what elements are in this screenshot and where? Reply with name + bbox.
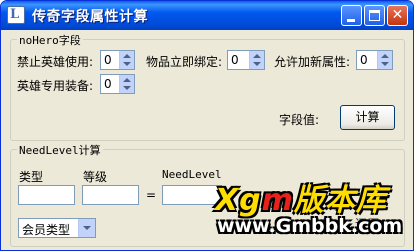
spinner-arrows[interactable]	[119, 75, 134, 93]
allow-new-attr-label: 允许加新属性:	[274, 55, 351, 69]
bind-item-spinner[interactable]: 0	[227, 50, 265, 70]
hero-only-spinner[interactable]: 0	[100, 74, 135, 94]
member-type-select[interactable]: 会员类型	[18, 218, 96, 238]
arrow-down-icon[interactable]	[123, 86, 131, 90]
spinner-arrows[interactable]	[119, 51, 134, 69]
spinner-arrows[interactable]	[377, 51, 392, 69]
arrow-down-icon[interactable]	[381, 62, 389, 66]
bind-item-label: 物品立即绑定:	[146, 55, 223, 69]
arrow-up-icon[interactable]	[253, 54, 261, 58]
forbid-hero-spinner[interactable]: 0	[100, 50, 135, 70]
title-bar[interactable]: L 传奇字段属性计算 ✕	[1, 1, 413, 30]
forbid-hero-value: 0	[104, 53, 112, 67]
level-input[interactable]	[82, 185, 139, 205]
close-icon: ✕	[391, 7, 404, 23]
nohero-group-title: noHero字段	[17, 32, 83, 48]
arrow-up-icon[interactable]	[381, 54, 389, 58]
bind-item-value: 0	[231, 53, 239, 67]
allow-new-attr-value: 0	[360, 53, 368, 67]
app-icon: L	[7, 6, 25, 24]
needlevel-group-title: NeedLevel计算	[17, 142, 103, 158]
type-input[interactable]	[18, 185, 75, 205]
watermark-logo-part2: m	[261, 183, 294, 218]
watermark-logo-part1: Xg	[215, 183, 262, 218]
watermark-logo-part3: 版本库	[293, 183, 387, 218]
equals-sign: =	[146, 188, 157, 202]
hero-only-label: 英雄专用装备:	[17, 79, 94, 93]
allow-new-attr-spinner[interactable]: 0	[356, 50, 393, 70]
arrow-down-icon[interactable]	[253, 62, 261, 66]
chevron-down-icon	[83, 226, 91, 230]
app-window: L 传奇字段属性计算 ✕ noHero字段 禁止英雄使用: 0 物品立即绑定: …	[0, 0, 414, 251]
arrow-down-icon[interactable]	[123, 62, 131, 66]
maximize-icon	[369, 10, 380, 21]
type-label: 类型	[19, 170, 44, 184]
field-value-label: 字段值:	[279, 113, 320, 127]
level-label: 等级	[83, 170, 108, 184]
hero-only-value: 0	[104, 77, 112, 91]
dropdown-button[interactable]	[78, 219, 95, 237]
arrow-up-icon[interactable]	[123, 54, 131, 58]
window-title: 传奇字段属性计算	[32, 9, 148, 25]
maximize-button[interactable]	[364, 5, 385, 26]
watermark: Xgm版本库 www.Gmbbk.com	[209, 173, 413, 245]
spinner-arrows[interactable]	[249, 51, 264, 69]
member-type-value: 会员类型	[22, 223, 71, 237]
minimize-button[interactable]	[341, 5, 362, 26]
calc-nohero-button[interactable]: 计算	[340, 105, 395, 130]
minimize-icon	[347, 19, 355, 22]
forbid-hero-label: 禁止英雄使用:	[17, 55, 94, 69]
close-button[interactable]: ✕	[387, 5, 408, 26]
watermark-url: www.Gmbbk.com	[217, 215, 403, 237]
arrow-up-icon[interactable]	[123, 78, 131, 82]
watermark-logo: Xgm版本库	[215, 175, 387, 219]
